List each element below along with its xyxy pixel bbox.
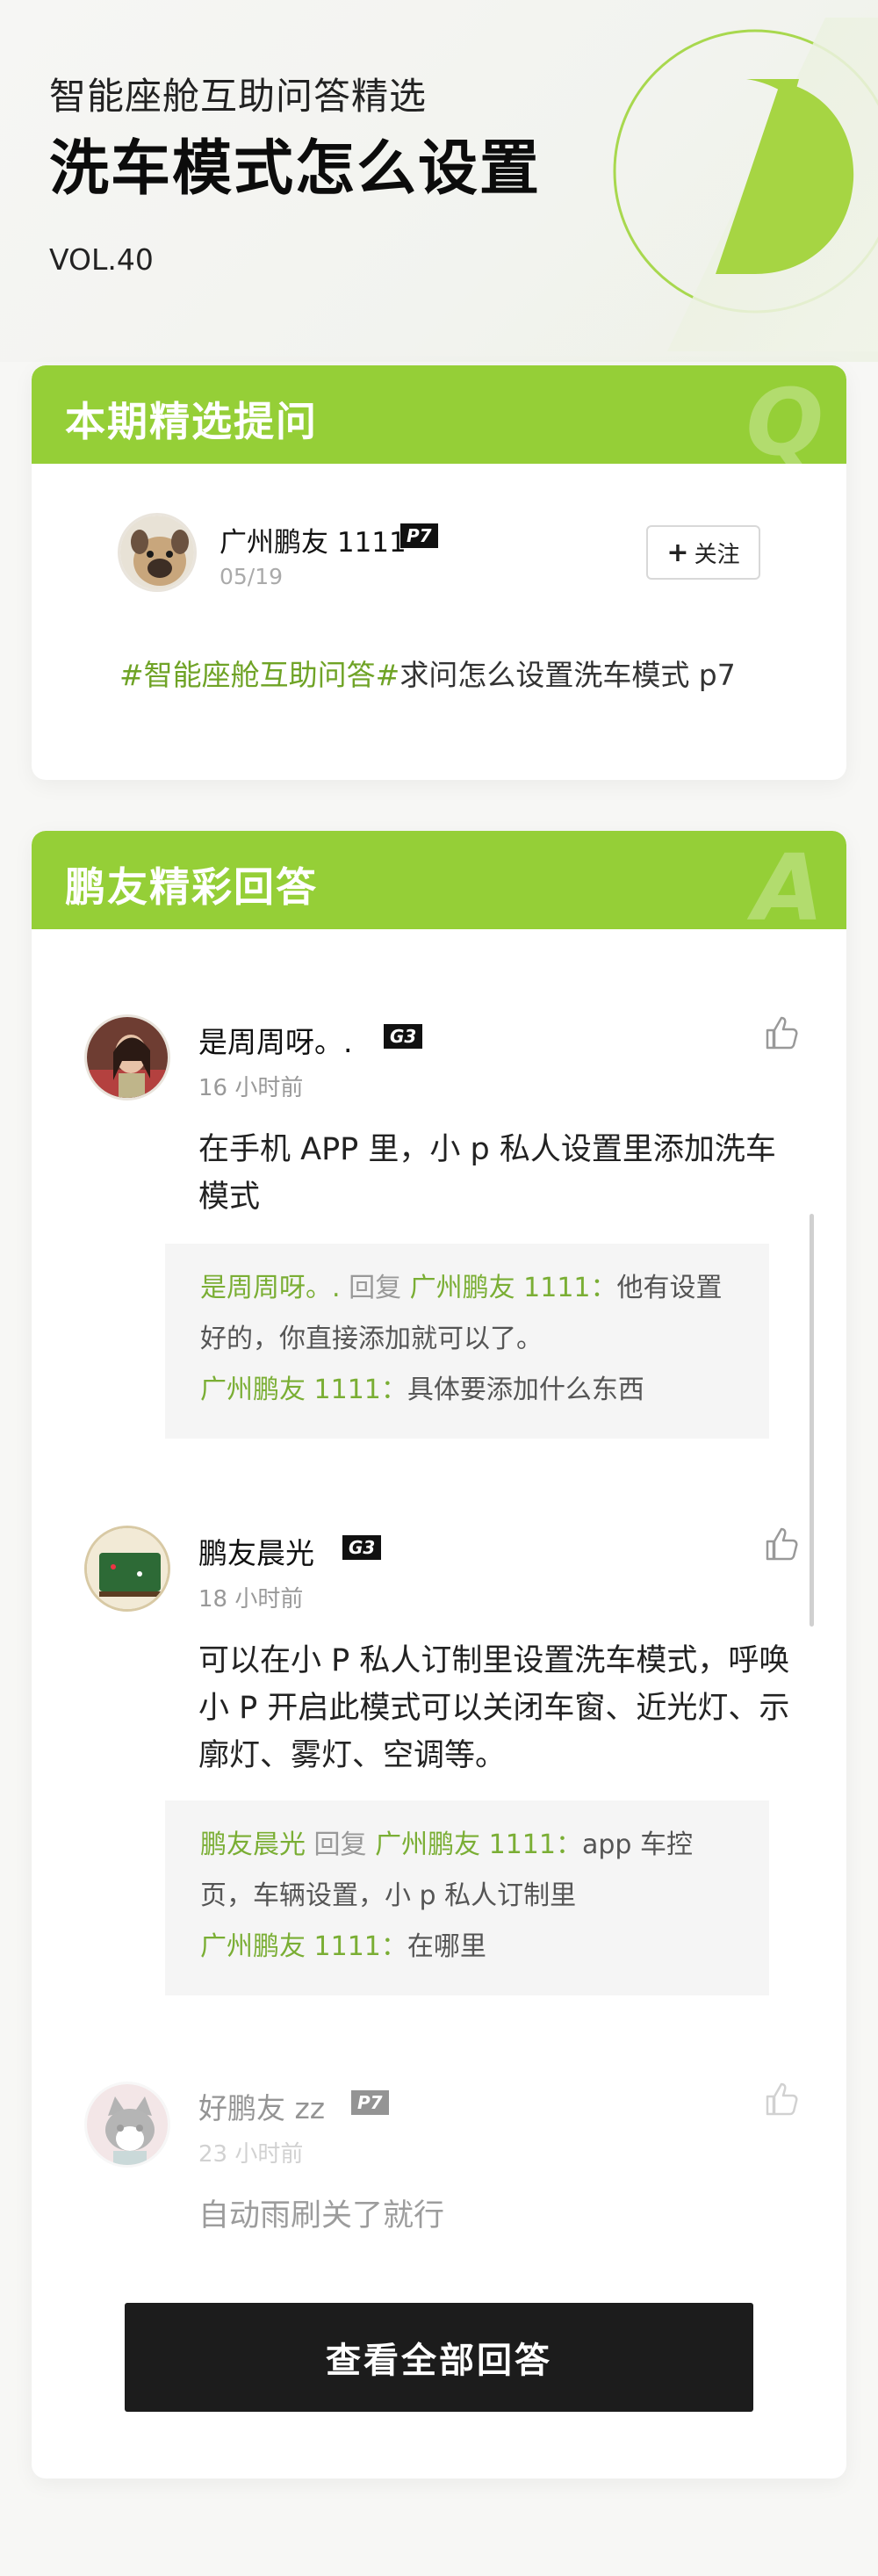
answerer-name[interactable]: 好鹏友 zz: [198, 2085, 325, 2127]
reply-author[interactable]: 是周周呀。.: [200, 1273, 341, 1303]
user-level-badge: P7: [400, 523, 438, 548]
decorative-circle-graphic: [613, 18, 878, 351]
follow-label: 关注: [694, 541, 740, 568]
page-title: 洗车模式怎么设置: [49, 134, 542, 204]
thumbs-up-icon[interactable]: [762, 2080, 801, 2118]
question-card: 本期精选提问 Q 广州鹏友 1111 P7 05/19 + 关注 #智能座舱互助…: [32, 365, 846, 780]
view-all-answers-button[interactable]: 查看全部回答: [125, 2303, 753, 2412]
answerer-name[interactable]: 是周周呀。.: [198, 1019, 353, 1061]
dog-avatar-icon: [120, 516, 194, 589]
avatar[interactable]: [84, 1526, 170, 1612]
scrollbar[interactable]: [810, 1214, 814, 1627]
plus-icon: +: [666, 537, 689, 568]
volume-number: VOL.40: [49, 242, 154, 277]
thumbs-up-icon[interactable]: [762, 1525, 801, 1563]
question-body: 求问怎么设置洗车模式 p7: [399, 658, 736, 692]
question-text: #智能座舱互助问答#求问怎么设置洗车模式 p7: [119, 652, 736, 694]
answerer-name[interactable]: 鹏友晨光: [198, 1530, 314, 1572]
reply-text: 具体要添加什么东西: [407, 1375, 644, 1405]
reply-line: 广州鹏友 1111：在哪里: [200, 1922, 734, 1973]
reply-verb: 回复: [340, 1273, 410, 1303]
reply-verb: 回复: [306, 1829, 376, 1860]
reply-text: 在哪里: [407, 1931, 486, 1962]
user-level-badge: G3: [342, 1535, 382, 1560]
question-card-title: 本期精选提问: [65, 398, 318, 445]
avatar[interactable]: [84, 2082, 170, 2168]
avatar[interactable]: [118, 513, 197, 592]
header-subtitle: 智能座舱互助问答精选: [49, 75, 428, 118]
question-letter-watermark: Q: [745, 369, 824, 476]
reply-thread: 鹏友晨光 回复 广州鹏友 1111：app 车控页，车辆设置，小 p 私人订制里…: [165, 1800, 769, 1995]
reply-thread: 是周周呀。. 回复 广州鹏友 1111：他有设置好的，你直接添加就可以了。 广州…: [165, 1244, 769, 1439]
user-level-badge: G3: [384, 1024, 423, 1049]
follow-button[interactable]: + 关注: [646, 525, 760, 580]
thumbs-up-icon[interactable]: [762, 1014, 801, 1052]
answer-letter-watermark: A: [752, 834, 824, 942]
reply-line: 广州鹏友 1111：具体要添加什么东西: [200, 1365, 734, 1416]
answers-card-title: 鹏友精彩回答: [65, 863, 318, 911]
avatar[interactable]: [84, 1014, 170, 1100]
question-card-header: 本期精选提问 Q: [32, 365, 846, 476]
asker-name[interactable]: 广州鹏友 1111: [220, 520, 407, 559]
answer-text: 可以在小 P 私人订制里设置洗车模式，呼唤小 P 开启此模式可以关闭车窗、近光灯…: [198, 1643, 790, 1773]
answer-time: 23 小时前: [198, 2141, 304, 2168]
answer-text: 在手机 APP 里，小 p 私人设置里添加洗车模式: [198, 1132, 776, 1215]
topic-tag[interactable]: #智能座舱互助问答#: [119, 658, 399, 692]
reply-author[interactable]: 鹏友晨光: [200, 1829, 306, 1860]
answer-text: 自动雨刷关了就行: [198, 2198, 445, 2233]
answer-time: 16 小时前: [198, 1075, 304, 1101]
post-date: 05/19: [220, 564, 284, 589]
reply-line: 鹏友晨光 回复 广州鹏友 1111：app 车控页，车辆设置，小 p 私人订制里: [200, 1820, 734, 1922]
answers-card-header: 鹏友精彩回答 A: [32, 831, 846, 942]
reply-target[interactable]: 广州鹏友 1111：: [375, 1829, 582, 1860]
header: 智能座舱互助问答精选 洗车模式怎么设置 VOL.40: [0, 0, 878, 362]
reply-author[interactable]: 广州鹏友 1111：: [200, 1375, 407, 1405]
reply-author[interactable]: 广州鹏友 1111：: [200, 1931, 407, 1962]
reply-line: 是周周呀。. 回复 广州鹏友 1111：他有设置好的，你直接添加就可以了。: [200, 1263, 734, 1365]
answer-time: 18 小时前: [198, 1586, 304, 1613]
reply-target[interactable]: 广州鹏友 1111：: [410, 1273, 617, 1303]
user-level-badge: P7: [351, 2090, 389, 2115]
